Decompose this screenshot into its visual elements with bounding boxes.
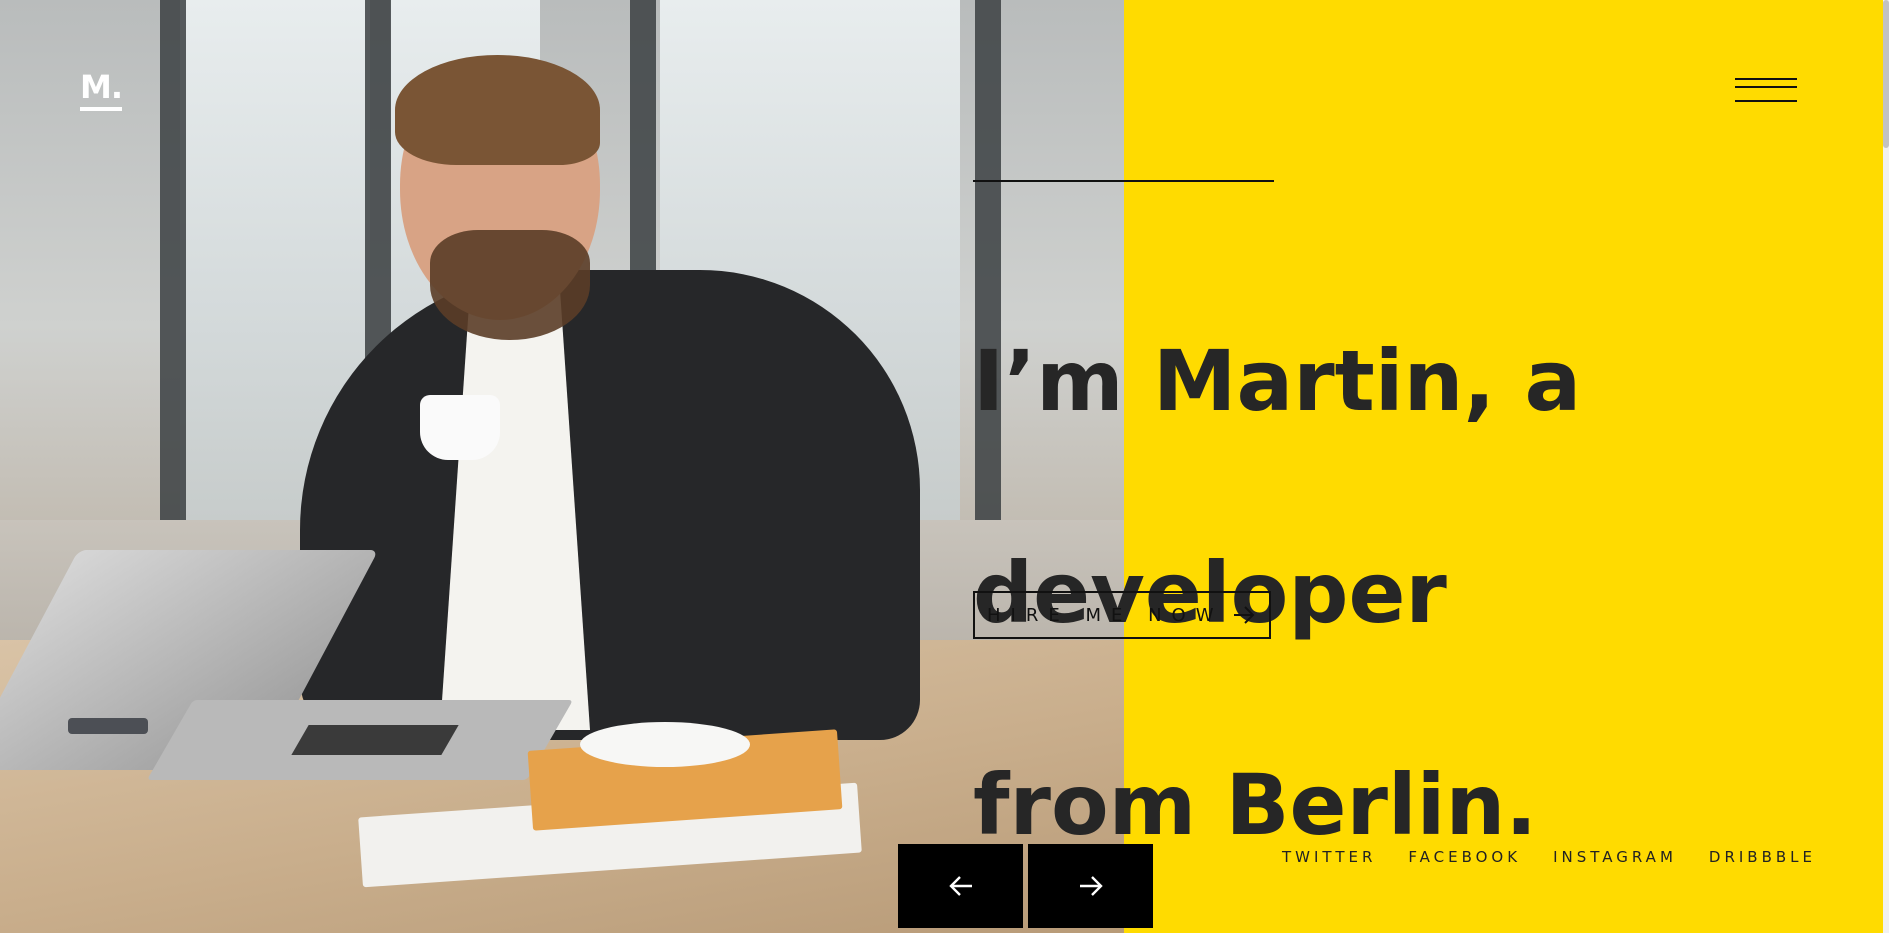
phone — [68, 718, 148, 734]
person-suit — [300, 270, 920, 740]
hamburger-icon[interactable] — [1735, 78, 1797, 104]
hero-heading-line: from Berlin. — [973, 756, 1538, 854]
saucer — [580, 722, 750, 767]
window-frame — [160, 0, 186, 520]
slider-next-button[interactable] — [1028, 844, 1153, 928]
site-logo[interactable]: M. — [80, 70, 123, 104]
social-link-dribbble[interactable]: DRIBBBLE — [1709, 848, 1816, 866]
arrow-left-icon — [948, 876, 972, 896]
social-link-twitter[interactable]: TWITTER — [1282, 848, 1376, 866]
hero-divider — [973, 180, 1274, 182]
logo-underline — [80, 107, 122, 111]
laptop-keyboard — [291, 725, 459, 755]
coffee-cup — [420, 395, 500, 460]
hire-me-label: HIRE ME NOW — [987, 604, 1224, 626]
hire-me-button[interactable]: HIRE ME NOW — [973, 591, 1271, 639]
arrow-right-icon — [1079, 876, 1103, 896]
hero-photo — [0, 0, 1124, 933]
social-link-facebook[interactable]: FACEBOOK — [1408, 848, 1521, 866]
person-hair — [395, 55, 600, 165]
menu-line — [1735, 78, 1797, 80]
slider-prev-button[interactable] — [898, 844, 1023, 928]
menu-line — [1735, 86, 1797, 88]
social-links: TWITTER FACEBOOK INSTAGRAM DRIBBBLE — [1282, 848, 1816, 866]
arrow-right-icon — [1234, 606, 1255, 624]
hero-heading: I’m Martin, a developer from Berlin. — [973, 222, 1693, 933]
hero-heading-line: I’m Martin, a — [973, 332, 1582, 430]
person-beard — [430, 230, 590, 340]
social-link-instagram[interactable]: INSTAGRAM — [1553, 848, 1677, 866]
scrollbar-thumb[interactable] — [1883, 0, 1889, 148]
page: M. I’m Martin, a developer from Berlin. … — [0, 0, 1889, 933]
menu-line — [1735, 100, 1797, 102]
